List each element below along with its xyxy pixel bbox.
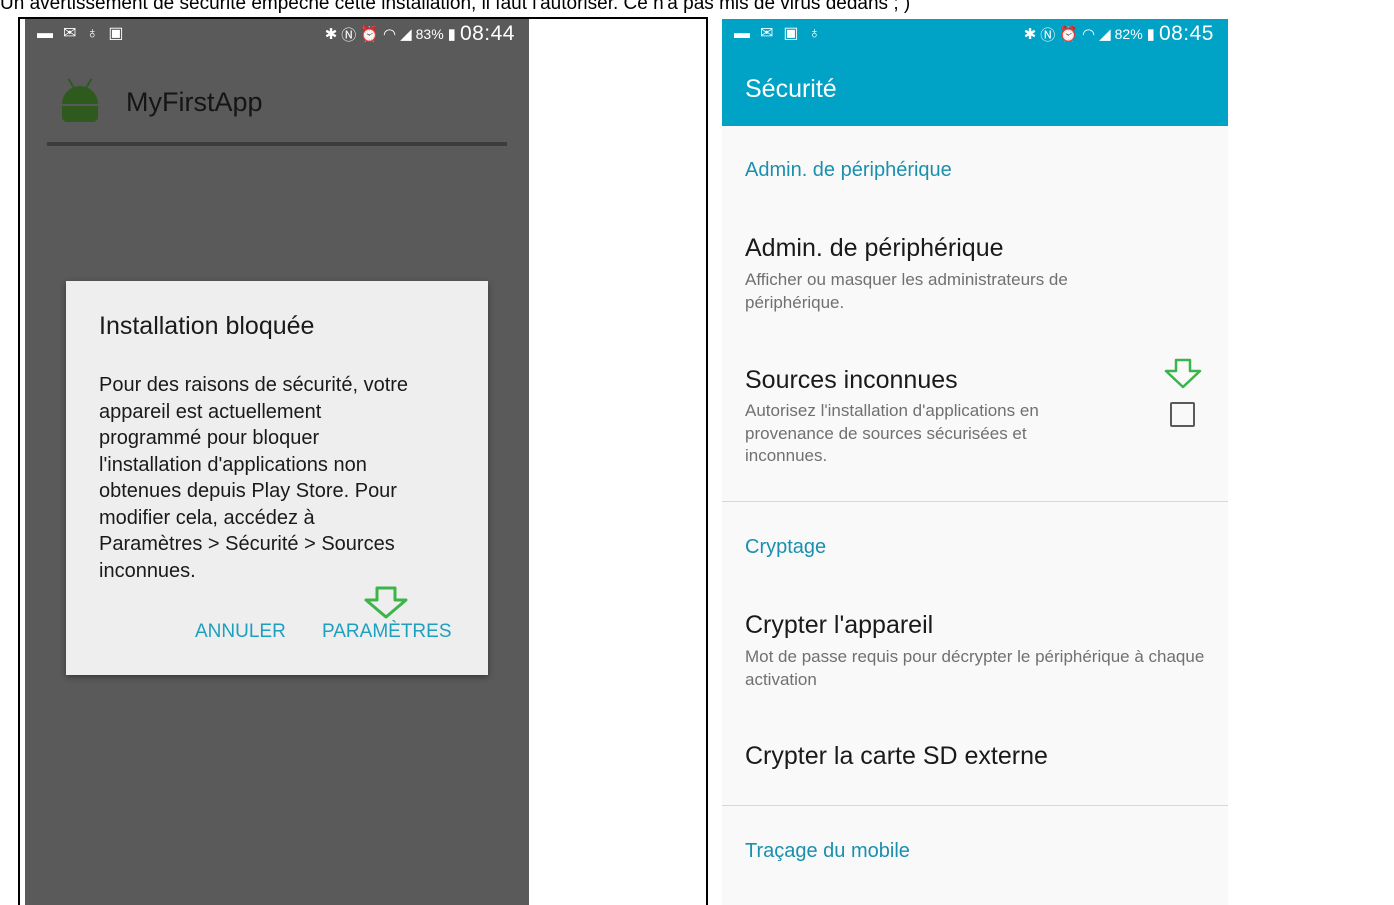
battery-icon: ▮ [447, 26, 456, 43]
mail-icon: ✉ [760, 25, 774, 42]
chat-icon: ▬ [37, 25, 53, 42]
status-bar: ▬ ✉ ▣ ♁ ✱ Ⓝ ⏰ ◠ ◢ 82% ▮ 08:45 [722, 19, 1228, 49]
document-caption: Un avertissement de sécurité empêche cet… [0, 0, 911, 14]
section-header-device-admin: Admin. de périphérique [745, 159, 952, 181]
left-phone-screenshot: ▬ ✉ ♁ ▣ ✱ Ⓝ ⏰ ◠ ◢ 83% ▮ 08:44 MyFirstApp… [25, 19, 529, 905]
status-bar: ▬ ✉ ♁ ▣ ✱ Ⓝ ⏰ ◠ ◢ 83% ▮ 08:44 [25, 19, 529, 49]
pref-summary: Afficher ou masquer les administrateurs … [745, 270, 1068, 312]
pref-summary: Mot de passe requis pour décrypter le pé… [745, 647, 1205, 689]
table-border-middle [706, 17, 708, 905]
system-icons: ✱ Ⓝ ⏰ ◠ ◢ 82% ▮ 08:45 [1024, 22, 1228, 46]
notification-icons: ▬ ✉ ▣ ♁ [734, 26, 1024, 42]
nfc-icon: Ⓝ [341, 26, 357, 44]
microphone-icon: ♁ [86, 25, 99, 42]
alarm-icon: ⏰ [1059, 26, 1078, 43]
signal-icon: ◢ [400, 26, 412, 43]
pref-title: Sources inconnues [745, 366, 958, 394]
clock: 08:45 [1158, 22, 1214, 45]
wifi-icon: ◠ [383, 26, 397, 43]
battery-percent: 82% [1114, 26, 1143, 42]
table-border-left [18, 17, 20, 905]
toolbar: Sécurité [722, 49, 1228, 126]
annotation-arrow-icon [1164, 358, 1202, 389]
microphone-icon: ♁ [808, 25, 821, 42]
battery-percent: 83% [415, 26, 444, 42]
gallery-icon: ▣ [783, 25, 799, 42]
divider [722, 501, 1228, 502]
gallery-icon: ▣ [108, 25, 124, 42]
unknown-sources-checkbox[interactable] [1170, 402, 1195, 427]
mail-icon: ✉ [63, 25, 77, 42]
notification-icons: ▬ ✉ ♁ ▣ [37, 26, 325, 42]
clock: 08:44 [459, 22, 515, 45]
system-icons: ✱ Ⓝ ⏰ ◠ ◢ 83% ▮ 08:44 [325, 22, 529, 46]
install-blocked-dialog: Installation bloquée Pour des raisons de… [66, 281, 488, 675]
chat-icon: ▬ [734, 25, 750, 42]
section-header-encryption: Cryptage [745, 536, 827, 558]
bluetooth-icon: ✱ [1023, 26, 1037, 43]
app-title: MyFirstApp [126, 87, 263, 117]
pref-title: Crypter l'appareil [745, 611, 934, 639]
signal-icon: ◢ [1099, 26, 1111, 43]
android-app-icon [62, 78, 98, 122]
bluetooth-icon: ✱ [324, 26, 338, 43]
nfc-icon: Ⓝ [1040, 26, 1056, 44]
section-header-tracking: Traçage du mobile [745, 840, 910, 862]
wifi-icon: ◠ [1082, 26, 1096, 43]
alarm-icon: ⏰ [360, 26, 379, 43]
pref-title: Crypter la carte SD externe [745, 742, 1048, 770]
dialog-title: Installation bloquée [99, 312, 315, 340]
settings-button[interactable]: PARAMÈTRES [322, 621, 452, 643]
page-title: Sécurité [745, 75, 837, 103]
right-phone-screenshot: ▬ ✉ ▣ ♁ ✱ Ⓝ ⏰ ◠ ◢ 82% ▮ 08:45 Sécurité A… [722, 19, 1228, 905]
appbar-divider [47, 142, 507, 146]
pref-title: Admin. de périphérique [745, 234, 1004, 262]
annotation-arrow-icon [364, 586, 408, 619]
divider [722, 805, 1228, 806]
battery-icon: ▮ [1146, 26, 1155, 43]
dialog-message: Pour des raisons de sécurité, votre appa… [99, 374, 409, 582]
pref-summary: Autorisez l'installation d'applications … [745, 401, 1039, 465]
cancel-button[interactable]: ANNULER [195, 621, 286, 643]
